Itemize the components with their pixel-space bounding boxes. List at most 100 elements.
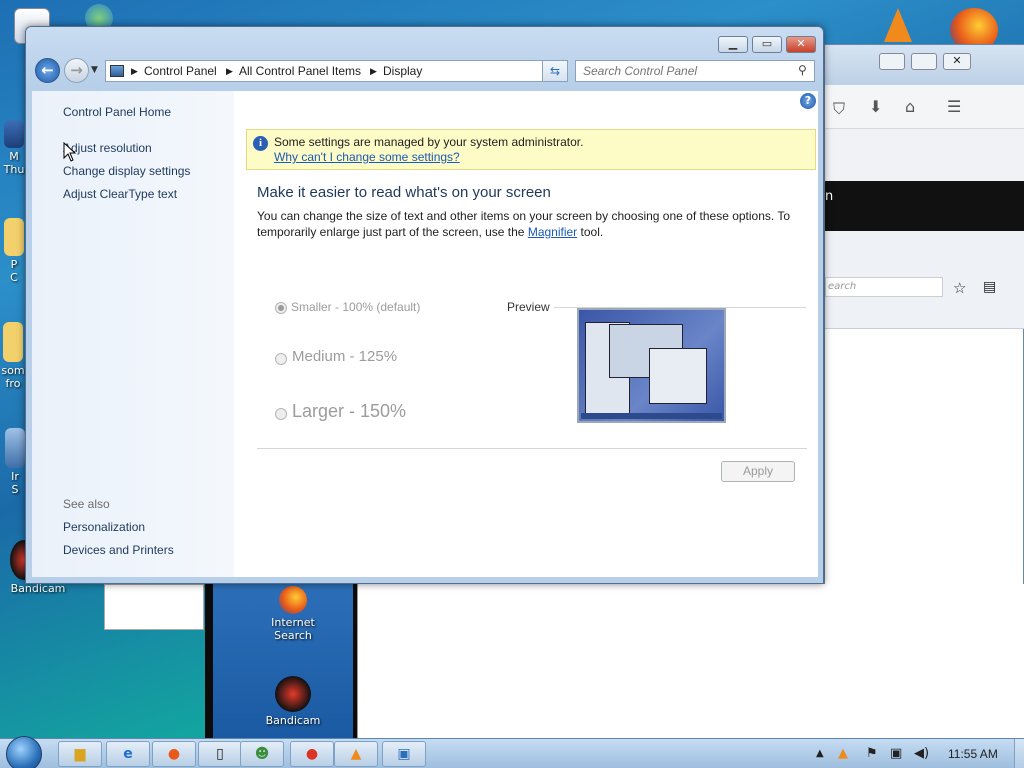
ie-icon: e [123, 746, 133, 762]
menu-icon[interactable]: ☰ [947, 97, 961, 116]
taskbar-notepad[interactable]: ▯ [198, 741, 242, 767]
flag-icon[interactable]: ⚑ [866, 746, 878, 761]
refresh-button[interactable]: ⇆ [542, 60, 568, 82]
back-button[interactable]: ← [35, 58, 60, 83]
taskbar: ▆ e ● ▯ ☻ ● ▲ ▣ ▲ ▲ ⚑ ▣ ◀) 11:55 AM [0, 736, 1024, 768]
taskbar-vlc[interactable]: ▲ [334, 741, 378, 767]
show-desktop-button[interactable] [1014, 739, 1024, 768]
preview-image [577, 308, 726, 423]
reading-list-icon[interactable]: ▤ [983, 279, 996, 295]
desktop-icon-p[interactable]: P C [2, 218, 26, 284]
minimize-icon[interactable] [879, 53, 905, 70]
background-small-window [104, 584, 204, 630]
search-box[interactable]: ⚲ [575, 60, 815, 82]
control-panel-icon [110, 65, 124, 77]
preview-window-icon [649, 348, 707, 404]
desktop-icon-bandicam-2[interactable]: Bandicam [263, 676, 323, 727]
users-icon: ☻ [254, 746, 270, 762]
desktop-icon-internet-search[interactable]: Internet Search [263, 586, 323, 642]
minimize-button[interactable]: ▁ [718, 36, 748, 53]
breadcrumb-control-panel[interactable]: Control Panel [144, 64, 217, 78]
taskbar-users[interactable]: ☻ [240, 741, 284, 767]
bandicam-icon: ● [305, 746, 319, 762]
close-button[interactable]: ✕ [786, 36, 816, 53]
control-panel-home-link[interactable]: Control Panel Home [63, 105, 171, 119]
content-divider [257, 448, 807, 449]
why-cant-change-link[interactable]: Why can't I change some settings? [274, 150, 460, 164]
apply-button[interactable]: Apply [721, 461, 795, 482]
download-icon[interactable]: ⬇ [869, 97, 882, 116]
home-icon[interactable]: ⌂ [905, 97, 915, 116]
network-icon[interactable]: ▣ [890, 746, 902, 761]
breadcrumb-display[interactable]: Display [383, 64, 422, 78]
admin-info-text: Some settings are managed by your system… [274, 135, 584, 149]
taskbar-internet-explorer[interactable]: e [106, 741, 150, 767]
clock[interactable]: 11:55 AM [948, 747, 998, 761]
remote-desktop-icon: ▣ [397, 746, 411, 762]
option-medium-label[interactable]: Medium - 125% [292, 348, 397, 365]
folder-icon [3, 322, 23, 362]
close-icon[interactable]: ✕ [943, 53, 971, 70]
show-hidden-icons[interactable]: ▲ [816, 748, 824, 759]
toolbar [825, 85, 1024, 129]
option-larger-label[interactable]: Larger - 150% [292, 401, 406, 422]
devices-and-printers-link[interactable]: Devices and Printers [63, 543, 174, 557]
radio-larger[interactable] [275, 408, 287, 420]
radio-smaller[interactable] [275, 302, 287, 314]
background-search-input[interactable]: earch [825, 277, 943, 297]
dark-header: n [825, 181, 1024, 231]
taskbar-firefox[interactable]: ● [152, 741, 196, 767]
desktop-icon-thunderbird[interactable]: M Thu [2, 120, 26, 176]
maximize-button[interactable]: ▭ [752, 36, 782, 53]
personalization-link[interactable]: Personalization [63, 520, 145, 534]
star-icon[interactable]: ☆ [953, 279, 966, 297]
page-heading: Make it easier to read what's on your sc… [257, 184, 551, 201]
preview-taskbar [581, 413, 722, 419]
firefox-icon: ● [167, 746, 181, 762]
search-icon[interactable]: ⚲ [798, 63, 807, 77]
folder-icon: ▆ [74, 746, 86, 762]
admin-info-bar: i Some settings are managed by your syst… [246, 129, 816, 170]
notepad-icon: ▯ [216, 746, 224, 762]
start-button[interactable] [6, 736, 42, 768]
search-input[interactable] [583, 62, 795, 80]
taskbar-bandicam[interactable]: ● [290, 741, 334, 767]
document-icon [4, 218, 24, 256]
help-icon[interactable]: ? [800, 93, 816, 109]
task-pane: Control Panel Home Adjust resolution Cha… [32, 91, 234, 577]
taskbar-remote-desktop[interactable]: ▣ [382, 741, 426, 767]
display-control-panel-window[interactable]: ▁ ▭ ✕ ← → ▼ ▶ Control Panel ▶ All Contro… [25, 26, 824, 584]
breadcrumb-sep: ▶ [226, 66, 233, 76]
desktop-icon-ir[interactable]: Ir S [4, 428, 26, 496]
taskbar-explorer[interactable]: ▆ [58, 741, 102, 767]
arrow-cursor-icon [63, 142, 77, 162]
app-icon [5, 428, 25, 468]
vlc-tray-icon[interactable]: ▲ [838, 746, 848, 761]
vlc-icon[interactable] [884, 8, 912, 42]
preview-label: Preview [507, 300, 550, 314]
bandicam-icon [275, 676, 311, 712]
breadcrumb-all-items[interactable]: All Control Panel Items [239, 64, 361, 78]
magnifier-link[interactable]: Magnifier [528, 225, 577, 239]
background-white-window [357, 584, 1024, 738]
desktop-icon-some[interactable]: som fro [0, 322, 26, 390]
adjust-cleartype-link[interactable]: Adjust ClearType text [63, 187, 177, 201]
breadcrumb-sep: ▶ [370, 66, 377, 76]
change-display-settings-link[interactable]: Change display settings [63, 164, 190, 178]
radio-medium[interactable] [275, 353, 287, 365]
volume-icon[interactable]: ◀) [914, 746, 929, 761]
see-also-heading: See also [63, 497, 110, 511]
pocket-icon[interactable]: ⛉ [833, 99, 845, 119]
forward-button[interactable]: → [64, 58, 89, 83]
maximize-icon[interactable] [911, 53, 937, 70]
display-settings-content: ? i Some settings are managed by your sy… [234, 91, 818, 577]
page-description: You can change the size of text and othe… [257, 209, 791, 239]
thunderbird-icon [4, 120, 24, 148]
option-smaller-label[interactable]: Smaller - 100% (default) [291, 300, 420, 314]
info-icon: i [253, 136, 268, 151]
firefox-icon [279, 586, 307, 614]
breadcrumb-sep: ▶ [131, 66, 138, 76]
vlc-icon: ▲ [350, 746, 362, 762]
address-bar[interactable]: ▶ Control Panel ▶ All Control Panel Item… [105, 60, 567, 82]
recent-pages-dropdown[interactable]: ▼ [91, 65, 98, 75]
